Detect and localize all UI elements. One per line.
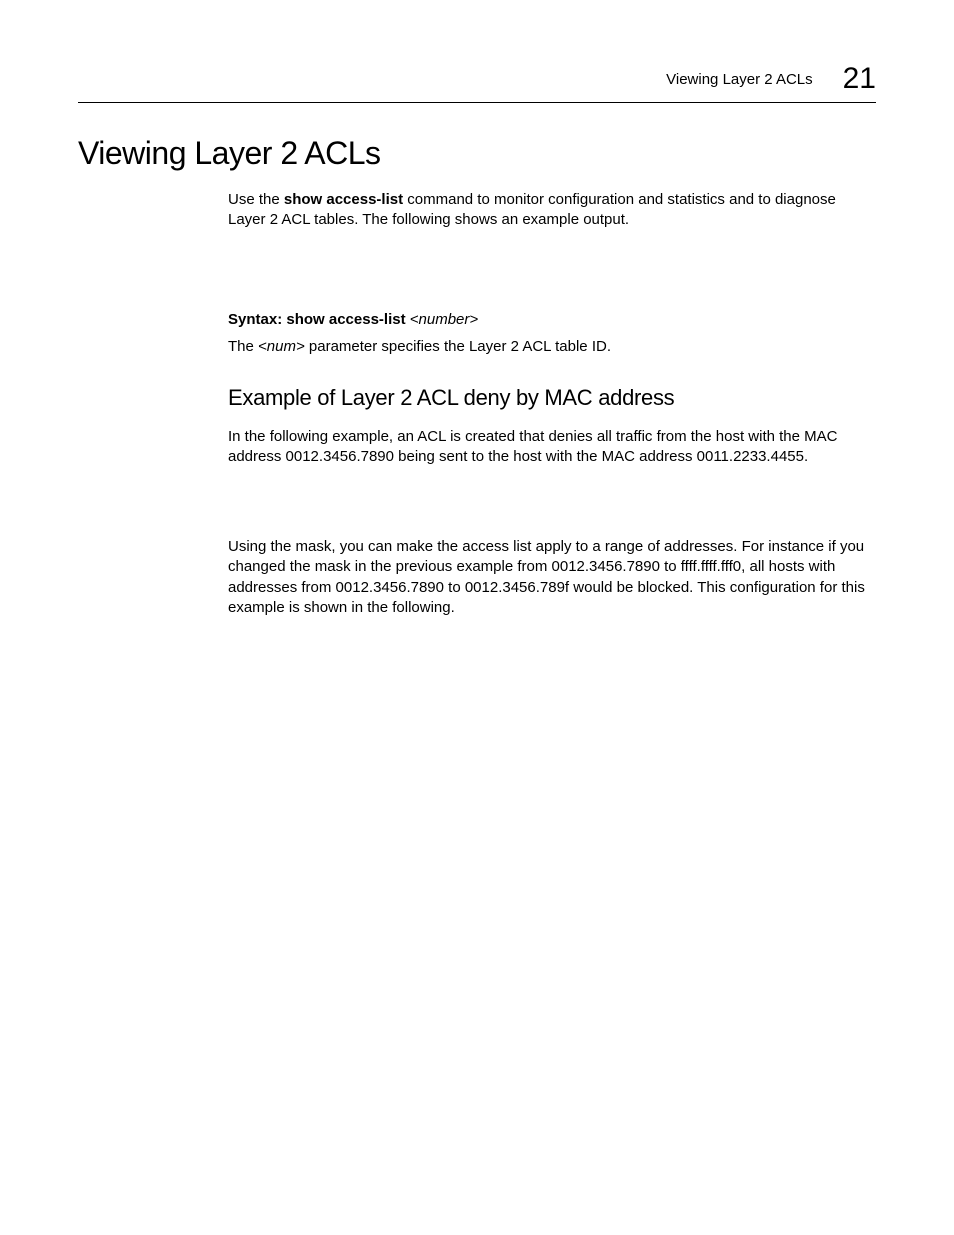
syntax-param: <number> [410, 311, 478, 328]
header-title: Viewing Layer 2 ACLs [666, 71, 812, 88]
section-heading: Example of Layer 2 ACL deny by MAC addre… [228, 385, 876, 411]
chapter-number: 21 [843, 62, 876, 96]
syntax-label: Syntax: show access-list [228, 311, 410, 328]
body-text: Use the show access-list command to moni… [228, 190, 876, 618]
intro-command: show access-list [284, 191, 403, 208]
intro-paragraph: Use the show access-list command to moni… [228, 190, 876, 231]
page-header: Viewing Layer 2 ACLs 21 [666, 62, 876, 96]
param-post: parameter specifies the Layer 2 ACL tabl… [305, 338, 611, 355]
page-title: Viewing Layer 2 ACLs [78, 135, 876, 172]
intro-pre: Use the [228, 191, 284, 208]
example-paragraph-2: Using the mask, you can make the access … [228, 537, 876, 618]
param-pre: The [228, 338, 258, 355]
example-paragraph-1: In the following example, an ACL is crea… [228, 427, 876, 468]
main-content: Viewing Layer 2 ACLs Use the show access… [78, 135, 876, 636]
param-line: The <num> parameter specifies the Layer … [228, 338, 876, 355]
param-num: <num> [258, 338, 305, 355]
syntax-line: Syntax: show access-list <number> [228, 311, 876, 328]
header-rule [78, 102, 876, 103]
